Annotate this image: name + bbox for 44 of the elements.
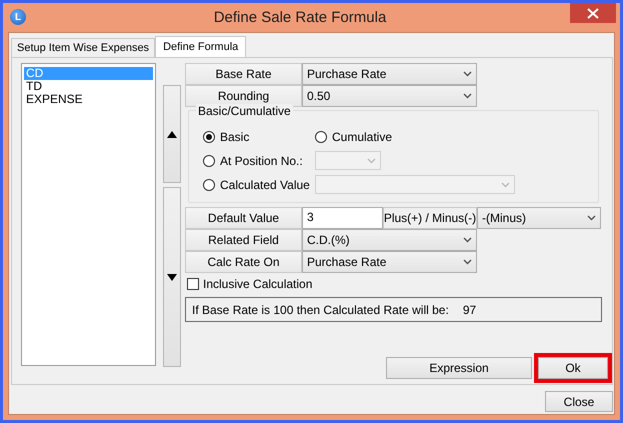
chevron-down-icon	[463, 71, 472, 77]
radio-button[interactable]	[203, 178, 215, 190]
move-up-button[interactable]	[163, 85, 181, 183]
group-title: Basic/Cumulative	[196, 104, 293, 118]
tab[interactable]: Setup Item Wise Expenses	[11, 38, 156, 57]
tab[interactable]: Define Formula	[155, 36, 246, 57]
input-field[interactable]: 3	[302, 207, 383, 229]
close-icon	[587, 8, 599, 18]
down-triangle-icon	[167, 274, 177, 280]
result-value: 97	[462, 302, 476, 316]
field-label: Plus(+) / Minus(-)	[383, 207, 477, 229]
radio-option[interactable]: At Position No.:	[203, 151, 303, 170]
chevron-down-icon	[587, 215, 596, 221]
app-icon: L	[10, 9, 26, 25]
action-button[interactable]: Expression	[386, 357, 532, 379]
field-label: Base Rate	[185, 63, 302, 85]
result-text: If Base Rate is 100 then Calculated Rate will be:	[192, 302, 449, 316]
radio-button[interactable]	[203, 154, 215, 166]
radio-button[interactable]	[203, 130, 215, 142]
list-item[interactable]: EXPENSE	[24, 93, 153, 106]
chevron-down-icon	[501, 182, 510, 188]
field-label: Calc Rate On	[185, 251, 302, 273]
dropdown[interactable]: 0.50	[302, 85, 477, 107]
field-label: Related Field	[185, 229, 302, 251]
field-label: Default Value	[185, 207, 302, 229]
window-close-button[interactable]	[570, 3, 616, 23]
dropdown[interactable]: -(Minus)	[477, 207, 601, 229]
dropdown[interactable]: Purchase Rate	[302, 251, 477, 273]
chevron-down-icon	[463, 259, 472, 265]
close-button[interactable]: Close	[545, 391, 613, 412]
radio-option[interactable]: Cumulative	[315, 127, 392, 146]
dropdown[interactable]: Purchase Rate	[302, 63, 477, 85]
chevron-down-icon	[367, 158, 376, 164]
dropdown[interactable]: C.D.(%)	[302, 229, 477, 251]
radio-button[interactable]	[315, 130, 327, 142]
up-triangle-icon	[167, 130, 177, 138]
checkbox[interactable]	[187, 278, 199, 290]
checkbox-label: Inclusive Calculation	[203, 277, 312, 291]
window-title: Define Sale Rate Formula	[212, 8, 388, 26]
radio-option[interactable]: Basic	[203, 127, 250, 146]
list-item[interactable]: TD	[24, 80, 153, 93]
chevron-down-icon	[463, 93, 472, 99]
radio-option[interactable]: Calculated Value	[203, 175, 310, 194]
chevron-down-icon	[463, 237, 472, 243]
